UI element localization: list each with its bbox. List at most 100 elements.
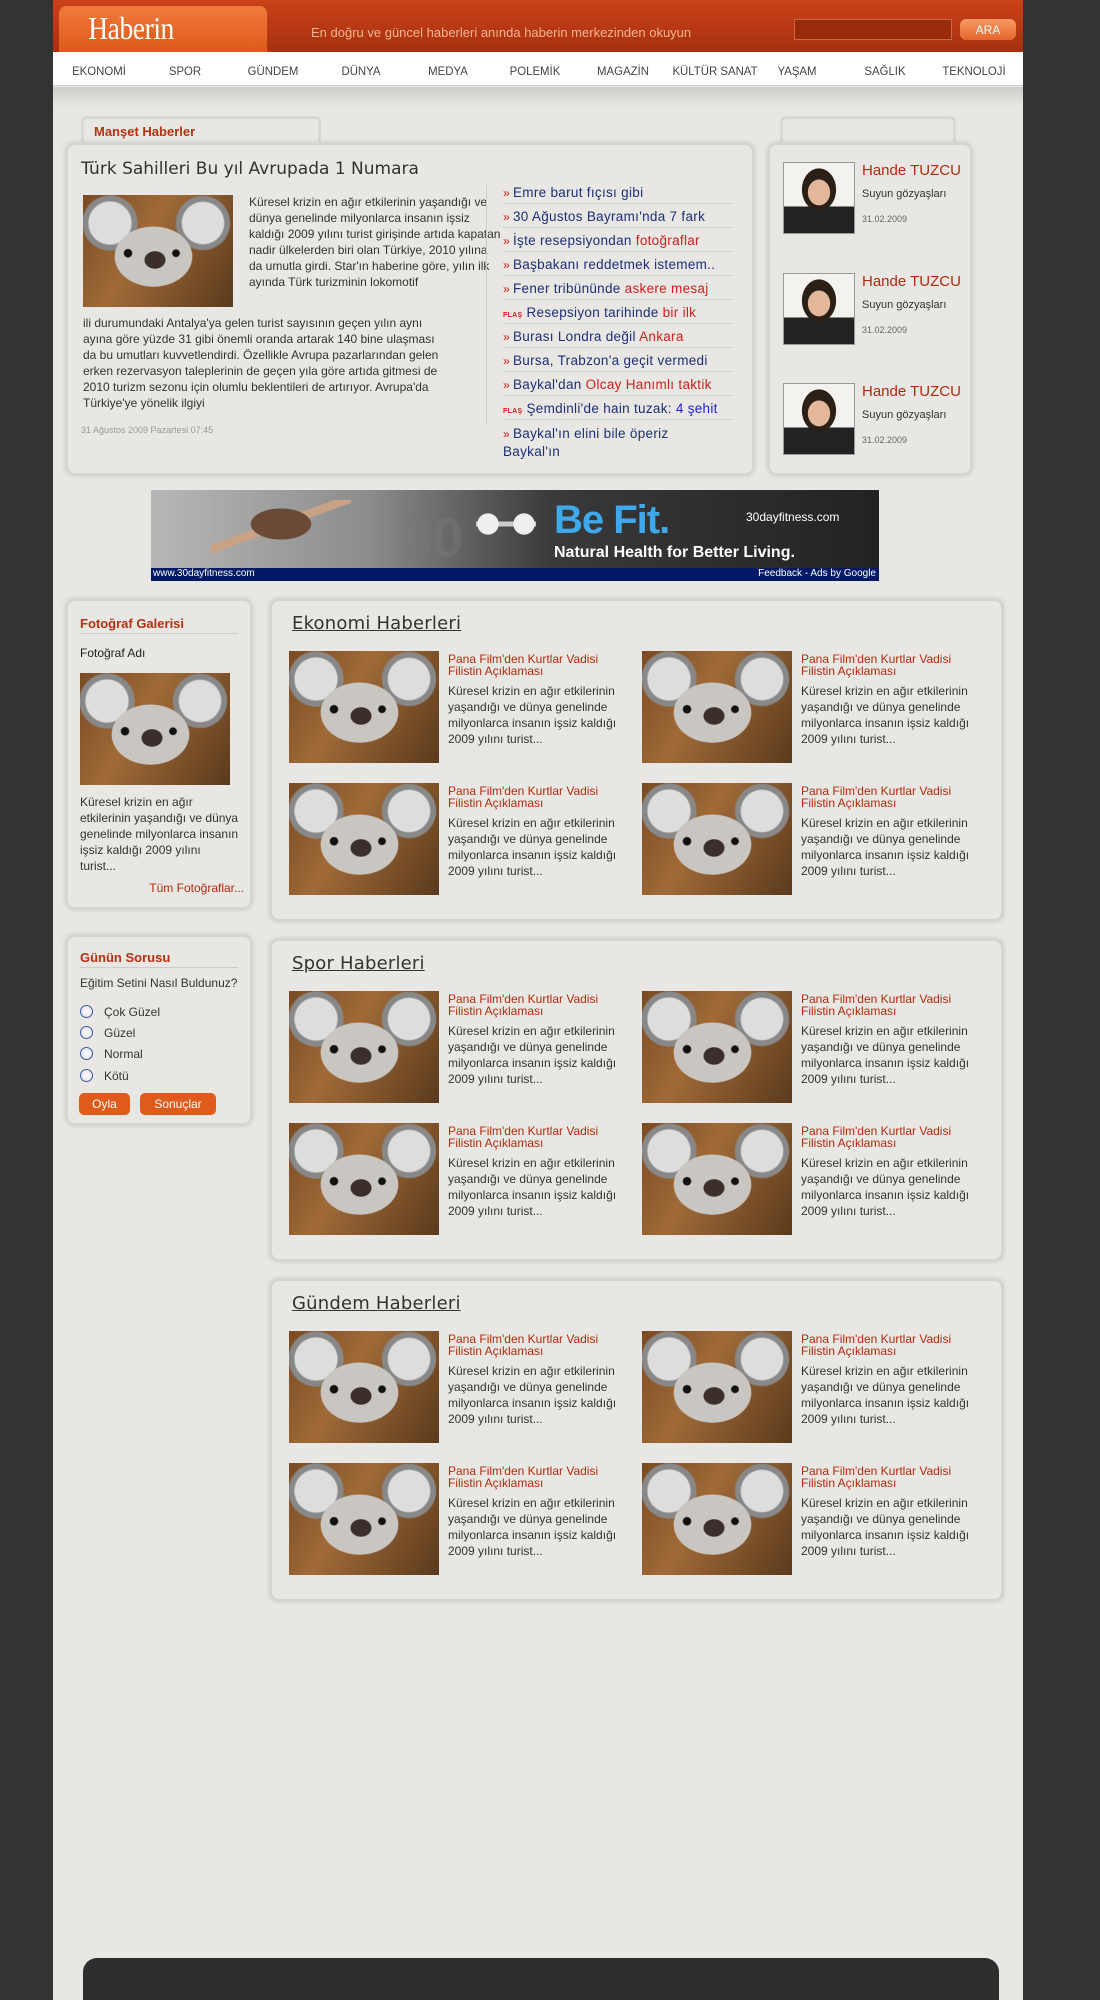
news-photo[interactable] [289,1123,439,1235]
news-title[interactable]: Pana Film'den Kurtlar Vadisi Filistin Aç… [801,653,981,677]
nav-item-magazin[interactable]: MAGAZİN [576,64,671,78]
poll-option-label[interactable]: Normal [104,1047,143,1061]
section-title[interactable]: Spor Haberleri [292,953,425,974]
news-title[interactable]: Pana Film'den Kurtlar Vadisi Filistin Aç… [801,1333,981,1357]
all-photos-link[interactable]: Tüm Fotoğraflar... [149,881,244,895]
news-photo[interactable] [289,783,439,895]
news-title[interactable]: Pana Film'den Kurtlar Vadisi Filistin Aç… [448,1333,628,1357]
headline-item[interactable]: » 30 Ağustos Bayramı'nda 7 fark [503,209,733,228]
headline-item[interactable]: » Bursa, Trabzon'a geçit vermedi [503,353,733,372]
news-photo[interactable] [289,991,439,1103]
section-title[interactable]: Ekonomi Haberleri [292,613,461,634]
ad-site: 30dayfitness.com [746,510,840,524]
news-item[interactable]: Pana Film'den Kurtlar Vadisi Filistin Aç… [289,783,629,898]
ad-banner[interactable]: 30 Be Fit. 30dayfitness.com Natural Heal… [151,490,879,581]
headline-item[interactable]: » Baykal'ın elini bile öperiz Baykal'ın [503,425,733,464]
news-item[interactable]: Pana Film'den Kurtlar Vadisi Filistin Aç… [642,1331,982,1446]
news-item[interactable]: Pana Film'den Kurtlar Vadisi Filistin Aç… [289,651,629,766]
columnist-title[interactable]: Suyun gözyaşları [862,188,946,200]
headline-item[interactable]: » Burası Londra değil Ankara [503,329,733,348]
manset-photo[interactable] [83,195,233,307]
nav-item-saglik[interactable]: SAĞLIK [838,64,933,78]
news-title[interactable]: Pana Film'den Kurtlar Vadisi Filistin Aç… [801,785,981,809]
news-item[interactable]: Pana Film'den Kurtlar Vadisi Filistin Aç… [642,651,982,766]
news-text: Küresel krizin en ağır etkilerinin yaşan… [448,1024,617,1086]
section-title[interactable]: Gündem Haberleri [292,1293,461,1314]
news-photo[interactable] [289,1331,439,1443]
columnist-photo[interactable] [783,273,855,345]
page: Haberin Merkezi En doğru ve güncel haber… [53,0,1023,2000]
news-title[interactable]: Pana Film'den Kurtlar Vadisi Filistin Aç… [801,993,981,1017]
news-title[interactable]: Pana Film'den Kurtlar Vadisi Filistin Aç… [801,1465,981,1489]
headline-item[interactable]: » Fener tribününde askere mesaj [503,281,733,300]
news-title[interactable]: Pana Film'den Kurtlar Vadisi Filistin Aç… [448,1125,628,1149]
search-button[interactable]: ARA [960,19,1016,40]
news-photo[interactable] [642,783,792,895]
gallery-photo[interactable] [80,673,230,785]
columnist-photo[interactable] [783,383,855,455]
news-item[interactable]: Pana Film'den Kurtlar Vadisi Filistin Aç… [289,1463,629,1578]
headline-item[interactable]: FLAŞ Resepsiyon tarihinde bir ilk [503,305,733,324]
news-title[interactable]: Pana Film'den Kurtlar Vadisi Filistin Aç… [448,1465,628,1489]
news-title[interactable]: Pana Film'den Kurtlar Vadisi Filistin Aç… [448,993,628,1017]
news-text: Küresel krizin en ağır etkilerinin yaşan… [801,1156,970,1218]
nav-item-spor[interactable]: SPOR [138,64,233,78]
nav-item-gundem[interactable]: GÜNDEM [226,64,321,78]
poll-radio[interactable] [80,1005,93,1018]
poll-radio[interactable] [80,1069,93,1082]
vote-button[interactable]: Oyla [79,1093,130,1115]
columnist-name[interactable]: Hande TUZCU [862,383,961,400]
manset-tab-title: Manşet Haberler [94,124,196,139]
manset-text-bottom: ili durumundaki Antalya'ya gelen turist … [83,316,439,410]
poll-title: Günün Sorusu [80,950,238,968]
news-item[interactable]: Pana Film'den Kurtlar Vadisi Filistin Aç… [642,1463,982,1578]
poll-option-label[interactable]: Kötü [104,1069,129,1083]
columnist-name[interactable]: Hande TUZCU [862,273,961,290]
search-input[interactable] [794,19,952,40]
nav-item-teknoloji[interactable]: TEKNOLOJİ [927,64,1022,78]
headline-item[interactable]: » Emre barut fıçısı gibi [503,185,733,204]
news-title[interactable]: Pana Film'den Kurtlar Vadisi Filistin Aç… [448,785,628,809]
headline-item[interactable]: » Başbakanı reddetmek istemem.. [503,257,733,276]
nav-item-medya[interactable]: MEDYA [401,64,496,78]
arrow-icon: » [503,282,510,296]
news-item[interactable]: Pana Film'den Kurtlar Vadisi Filistin Aç… [289,1331,629,1446]
results-button[interactable]: Sonuçlar [140,1093,216,1115]
nav-item-ekonomi[interactable]: EKONOMİ [52,64,147,78]
news-photo[interactable] [289,651,439,763]
poll-option-label[interactable]: Güzel [104,1026,135,1040]
news-item[interactable]: Pana Film'den Kurtlar Vadisi Filistin Aç… [642,783,982,898]
news-photo[interactable] [642,1123,792,1235]
news-photo[interactable] [642,1331,792,1443]
ad-feedback-link[interactable]: Feedback - Ads by Google [758,568,876,579]
nav-item-yasam[interactable]: YAŞAM [750,64,845,78]
headline-item[interactable]: FLAŞ Şemdinli'de hain tuzak: 4 şehit [503,401,733,420]
news-item[interactable]: Pana Film'den Kurtlar Vadisi Filistin Aç… [642,1123,982,1238]
poll-radio[interactable] [80,1047,93,1060]
columnist-name[interactable]: Hande TUZCU [862,162,961,179]
news-photo[interactable] [642,991,792,1103]
ad-url[interactable]: www.30dayfitness.com [153,568,255,579]
news-photo[interactable] [642,651,792,763]
news-title[interactable]: Pana Film'den Kurtlar Vadisi Filistin Aç… [448,653,628,677]
arrow-icon: » [503,258,510,272]
news-item[interactable]: Pana Film'den Kurtlar Vadisi Filistin Aç… [289,1123,629,1238]
nav-item-dunya[interactable]: DÜNYA [314,64,409,78]
columnist-photo[interactable] [783,162,855,234]
poll-radio[interactable] [80,1026,93,1039]
news-title[interactable]: Pana Film'den Kurtlar Vadisi Filistin Aç… [801,1125,981,1149]
manset-title[interactable]: Türk Sahilleri Bu yıl Avrupada 1 Numara [81,159,419,179]
columnist-title[interactable]: Suyun gözyaşları [862,409,946,421]
news-photo[interactable] [642,1463,792,1575]
news-item[interactable]: Pana Film'den Kurtlar Vadisi Filistin Aç… [289,991,629,1106]
headline-item[interactable]: » Baykal'dan Olcay Hanımlı taktik [503,377,733,396]
news-item[interactable]: Pana Film'den Kurtlar Vadisi Filistin Aç… [642,991,982,1106]
nav-item-polemik[interactable]: POLEMİK [488,64,583,78]
news-photo[interactable] [289,1463,439,1575]
headline-item[interactable]: » İşte resepsiyondan fotoğraflar [503,233,733,252]
columnists-tab [780,116,956,144]
gallery-photo-name[interactable]: Fotoğraf Adı [80,646,145,660]
poll-option-label[interactable]: Çok Güzel [104,1005,160,1019]
columnist-title[interactable]: Suyun gözyaşları [862,299,946,311]
site-logo[interactable]: Haberin Merkezi [59,6,268,83]
